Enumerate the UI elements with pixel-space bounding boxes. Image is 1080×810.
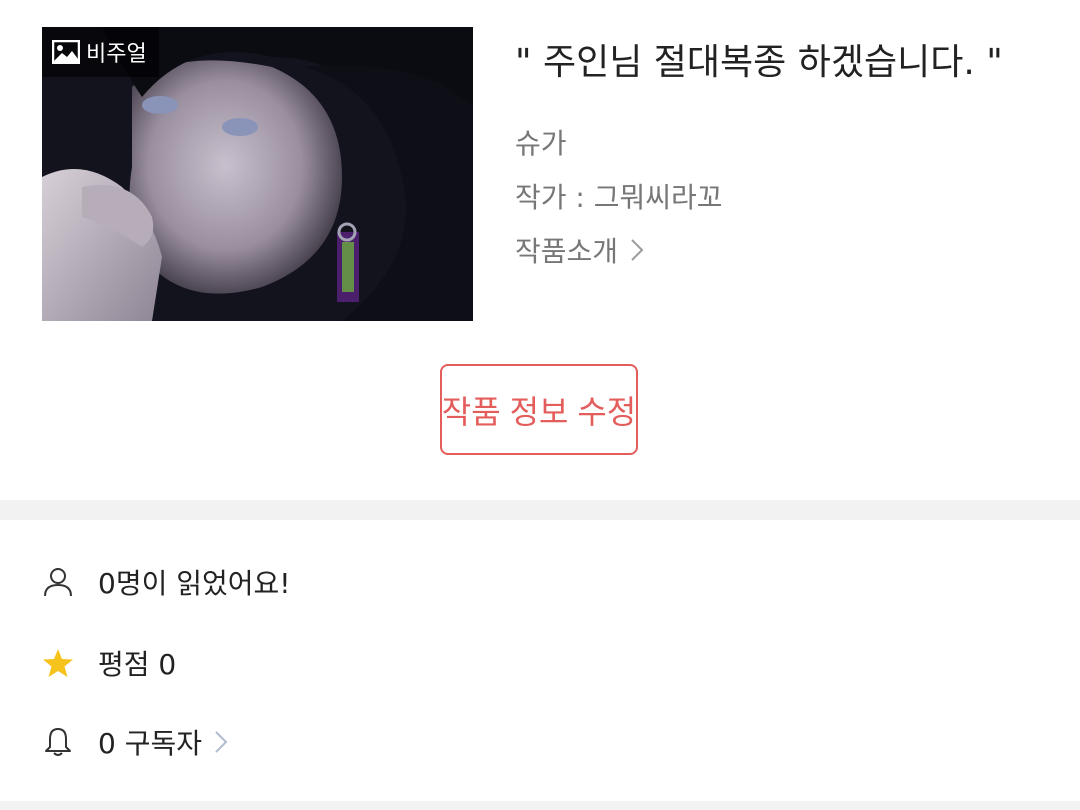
bottom-divider bbox=[0, 801, 1080, 810]
image-icon bbox=[52, 40, 80, 64]
section-divider bbox=[0, 500, 1080, 520]
visual-badge-label: 비주얼 bbox=[86, 42, 147, 67]
star-icon bbox=[43, 649, 73, 677]
visual-badge: 비주얼 bbox=[42, 27, 159, 77]
edit-work-info-button[interactable]: 작품 정보 수정 bbox=[440, 364, 638, 455]
work-title: " 주인님 절대복종 하겠습니다. " bbox=[515, 42, 1003, 83]
bell-icon bbox=[45, 728, 71, 756]
readers-label: 0명이 읽었어요! bbox=[98, 567, 291, 600]
rating-label: 평점 0 bbox=[98, 648, 177, 681]
chevron-right-icon bbox=[631, 239, 644, 261]
subscribers-label: 0 구독자 bbox=[98, 727, 202, 760]
work-genre: 슈가 bbox=[515, 127, 567, 160]
subscribers-link[interactable]: 0 구독자 bbox=[42, 722, 228, 762]
chevron-right-icon bbox=[215, 731, 228, 753]
person-icon bbox=[44, 568, 72, 597]
work-intro-link[interactable]: 작품소개 bbox=[515, 230, 644, 270]
readers-count: 0명이 읽었어요! bbox=[42, 562, 291, 602]
cover-image[interactable]: 비주얼 bbox=[42, 27, 473, 321]
work-intro-label: 작품소개 bbox=[515, 235, 619, 268]
rating: 평점 0 bbox=[42, 643, 176, 683]
work-author[interactable]: 작가 : 그뭐씨라꼬 bbox=[515, 176, 723, 216]
